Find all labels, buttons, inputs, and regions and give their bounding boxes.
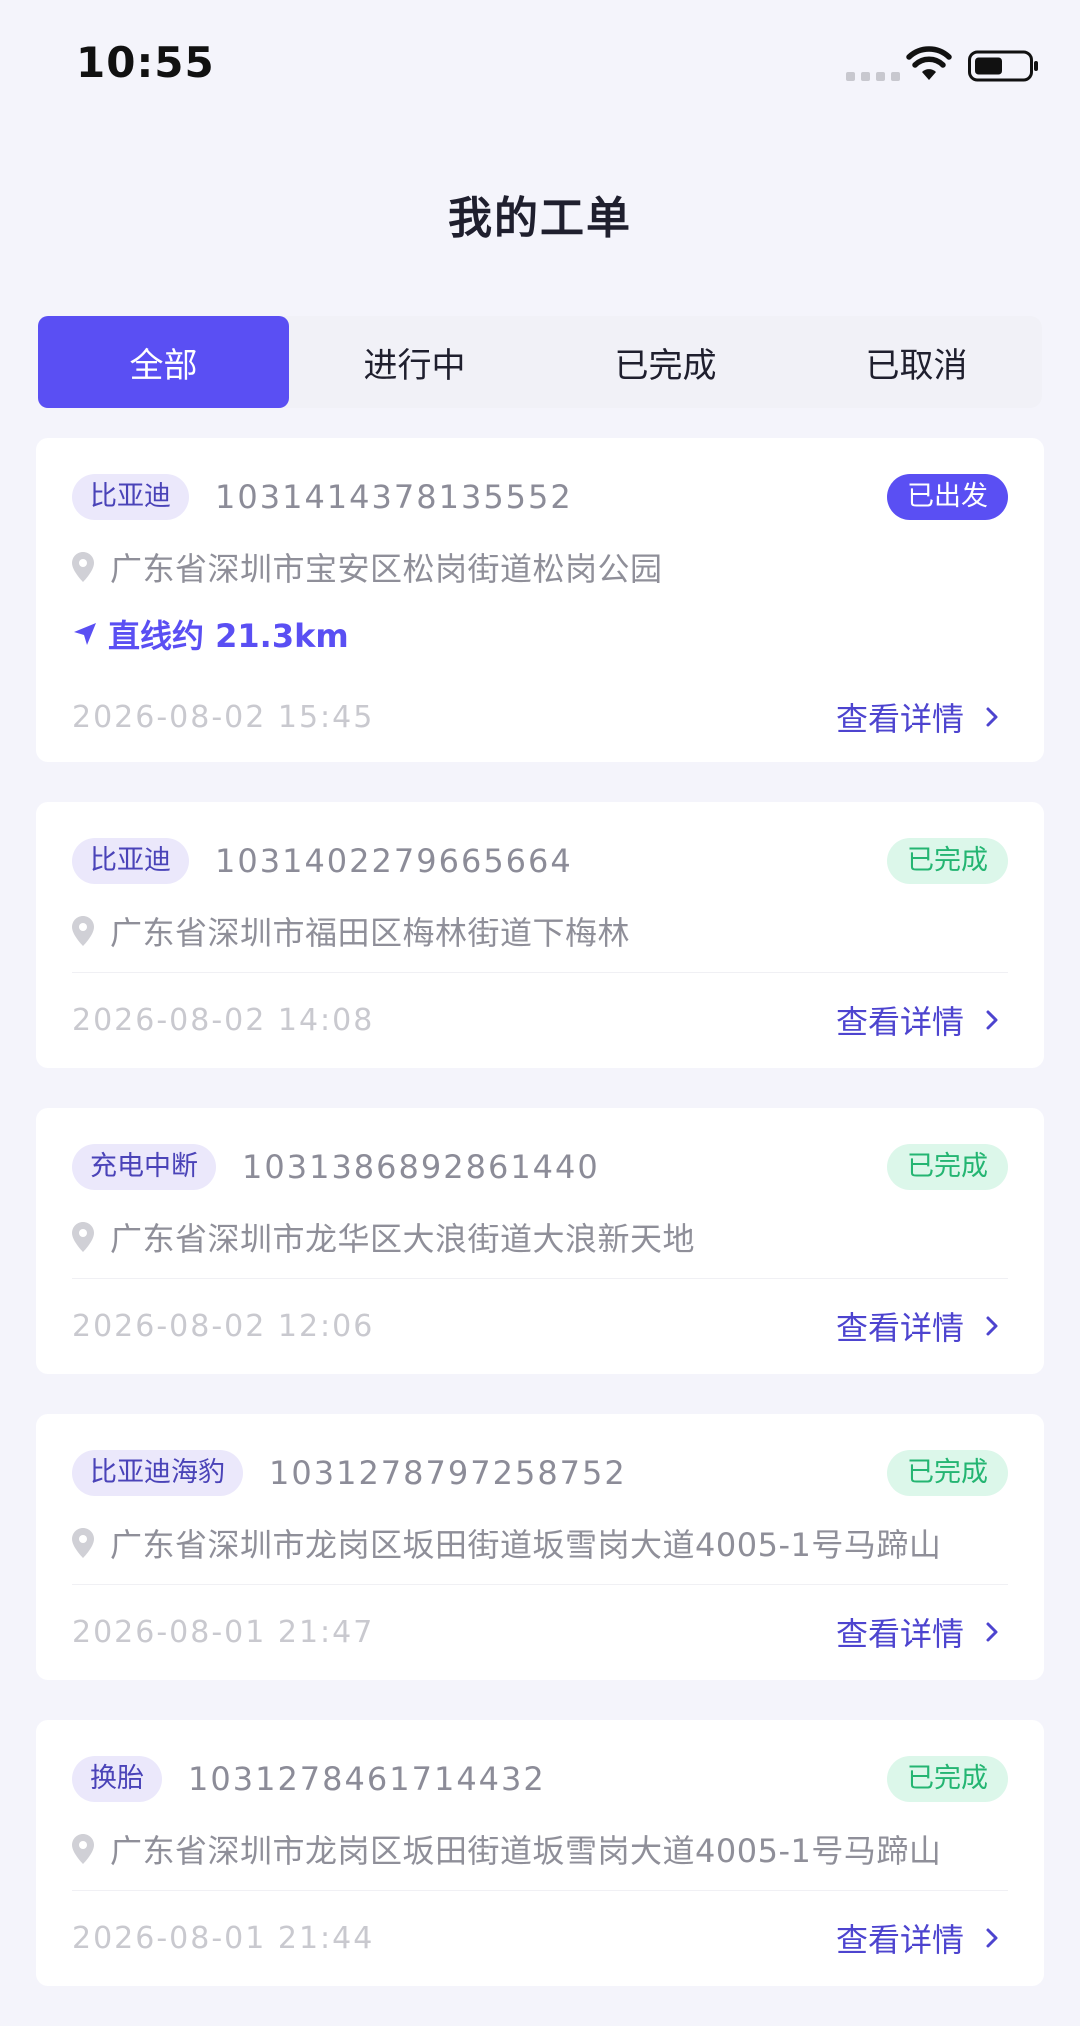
view-detail-link[interactable]: 查看详情: [836, 694, 1000, 740]
type-tag: 换胎: [72, 1756, 162, 1802]
chevron-right-icon: [986, 707, 998, 727]
status-badge: 已出发: [887, 474, 1008, 520]
order-list: 比亚迪 1031414378135552 已出发 广东省深圳市宝安区松岗街道松岗…: [36, 438, 1044, 2026]
order-time: 2026-08-02 12:06: [72, 1308, 375, 1344]
address-text: 广东省深圳市福田区梅林街道下梅林: [110, 914, 631, 952]
tab-bar: 全部 进行中 已完成 已取消: [38, 316, 1042, 408]
battery-icon: [968, 50, 1038, 82]
view-detail-link[interactable]: 查看详情: [836, 997, 1000, 1043]
order-number: 1031278461714432: [188, 1760, 546, 1798]
address-text: 广东省深圳市龙岗区坂田街道坂雪岗大道4005-1号马蹄山: [110, 1526, 942, 1564]
tab-in-progress[interactable]: 进行中: [289, 316, 540, 408]
page-title: 我的工单: [448, 193, 632, 244]
view-detail-link[interactable]: 查看详情: [836, 1915, 1000, 1961]
address-text: 广东省深圳市龙岗区坂田街道坂雪岗大道4005-1号马蹄山: [110, 1832, 942, 1870]
navigation-arrow-icon: [74, 623, 96, 645]
type-tag: 比亚迪: [72, 838, 189, 884]
status-badge: 已完成: [887, 1450, 1008, 1496]
order-card[interactable]: 充电中断 1031386892861440 已完成 广东省深圳市龙华区大浪街道大…: [36, 1108, 1044, 1374]
tab-all[interactable]: 全部: [38, 316, 289, 408]
wifi-icon: [906, 46, 952, 80]
chevron-right-icon: [986, 1010, 998, 1030]
order-card[interactable]: 比亚迪 1031414378135552 已出发 广东省深圳市宝安区松岗街道松岗…: [36, 438, 1044, 762]
order-number: 1031402279665664: [215, 842, 573, 880]
signal-icon: [846, 72, 900, 81]
order-time: 2026-08-02 15:45: [72, 699, 375, 735]
chevron-right-icon: [986, 1316, 998, 1336]
order-card[interactable]: 换胎 1031278461714432 已完成 广东省深圳市龙岗区坂田街道坂雪岗…: [36, 1720, 1044, 1986]
view-detail-link[interactable]: 查看详情: [836, 1303, 1000, 1349]
type-tag: 比亚迪海豹: [72, 1450, 243, 1496]
address-text: 广东省深圳市宝安区松岗街道松岗公园: [110, 550, 663, 588]
chevron-right-icon: [986, 1622, 998, 1642]
status-badge: 已完成: [887, 1144, 1008, 1190]
distance-text: 直线约 21.3km: [108, 617, 349, 655]
view-detail-label: 查看详情: [835, 1921, 964, 1959]
view-detail-label: 查看详情: [835, 1003, 964, 1041]
order-card[interactable]: 比亚迪海豹 1031278797258752 已完成 广东省深圳市龙岗区坂田街道…: [36, 1414, 1044, 1680]
location-pin-icon: [72, 916, 94, 946]
address-text: 广东省深圳市龙华区大浪街道大浪新天地: [110, 1220, 696, 1258]
chevron-right-icon: [986, 1928, 998, 1948]
status-badge: 已完成: [887, 1756, 1008, 1802]
location-pin-icon: [72, 552, 94, 582]
order-number: 1031414378135552: [215, 478, 573, 516]
tab-completed[interactable]: 已完成: [540, 316, 791, 408]
status-badge: 已完成: [887, 838, 1008, 884]
order-time: 2026-08-02 14:08: [72, 1002, 375, 1038]
type-tag: 比亚迪: [72, 474, 189, 520]
type-tag: 充电中断: [72, 1144, 216, 1190]
status-bar: 10:55: [0, 0, 1080, 130]
location-pin-icon: [72, 1528, 94, 1558]
order-number: 1031386892861440: [242, 1148, 600, 1186]
location-pin-icon: [72, 1834, 94, 1864]
location-pin-icon: [72, 1222, 94, 1252]
view-detail-label: 查看详情: [835, 1615, 964, 1653]
view-detail-label: 查看详情: [835, 1309, 964, 1347]
order-time: 2026-08-01 21:47: [72, 1614, 375, 1650]
status-time: 10:55: [76, 38, 215, 87]
view-detail-label: 查看详情: [835, 700, 964, 738]
order-time: 2026-08-01 21:44: [72, 1920, 375, 1956]
tab-cancelled[interactable]: 已取消: [791, 316, 1042, 408]
order-card[interactable]: 比亚迪 1031402279665664 已完成 广东省深圳市福田区梅林街道下梅…: [36, 802, 1044, 1068]
view-detail-link[interactable]: 查看详情: [836, 1609, 1000, 1655]
order-number: 1031278797258752: [269, 1454, 627, 1492]
